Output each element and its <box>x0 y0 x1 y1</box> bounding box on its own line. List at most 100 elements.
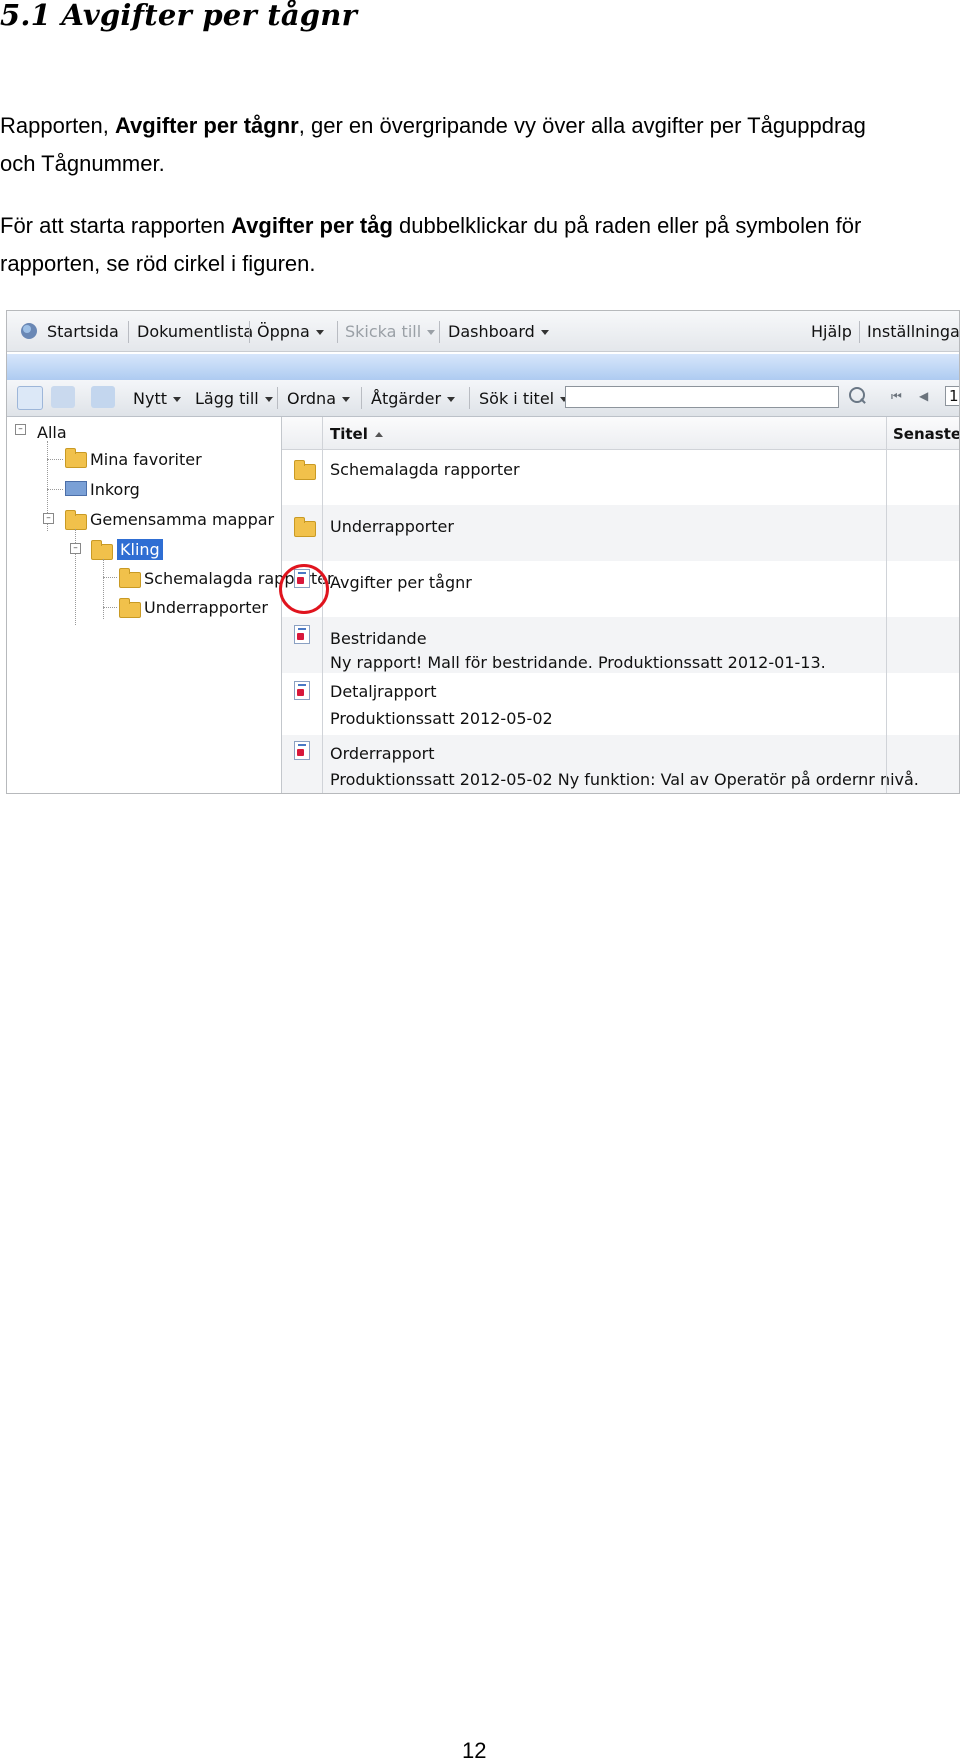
tree-node-kling[interactable]: Kling <box>117 539 163 560</box>
row-description: Ny rapport! Mall för bestridande. Produk… <box>330 653 826 672</box>
nav-help[interactable]: Hjälp <box>811 322 852 341</box>
shared-folder-icon <box>65 510 87 530</box>
list-row[interactable]: Schemalagda rapporter <box>282 450 959 505</box>
row-title: Schemalagda rapporter <box>330 460 520 479</box>
report-icon[interactable] <box>294 681 310 700</box>
first-page-icon[interactable]: ⏮ <box>891 389 902 404</box>
column-separator <box>886 417 887 793</box>
nav-dashboard-label: Dashboard <box>448 322 535 341</box>
nav-open-label: Öppna <box>257 322 310 341</box>
collapse-icon[interactable]: – <box>70 543 81 554</box>
tree-line <box>103 577 117 578</box>
nav-separator <box>859 321 860 343</box>
column-separator <box>322 505 323 561</box>
chevron-down-icon <box>427 330 436 335</box>
nav-document-list[interactable]: Dokumentlista <box>137 322 253 341</box>
top-navigation-bar: Startsida Dokumentlista Öppna Skicka til… <box>7 311 959 352</box>
refresh-icon[interactable] <box>91 386 115 408</box>
title-column-header[interactable]: Titel <box>330 425 383 443</box>
folder-view-icon[interactable] <box>17 386 43 410</box>
row-description: Produktionssatt 2012-05-02 Ny funktion: … <box>330 770 919 789</box>
tree-line <box>47 459 63 460</box>
tree-line <box>103 607 117 608</box>
list-row[interactable]: Orderrapport Produktionssatt 2012-05-02 … <box>282 735 959 793</box>
globe-icon <box>21 323 37 339</box>
nav-separator <box>249 321 250 343</box>
chevron-down-icon <box>264 397 273 402</box>
nav-dashboard-menu[interactable]: Dashboard <box>448 322 549 341</box>
scheduled-folder-icon <box>119 568 141 588</box>
nav-send-label: Skicka till <box>345 322 422 341</box>
add-label: Lägg till <box>195 389 259 408</box>
add-menu[interactable]: Lägg till <box>195 389 273 408</box>
title-column-label: Titel <box>330 425 368 443</box>
instruction-bold: Avgifter per tåg <box>231 213 393 238</box>
toolbar: Nytt Lägg till Ordna Åtgärder Sök i tite… <box>7 380 959 417</box>
instruction-paragraph: För att starta rapporten Avgifter per tå… <box>0 207 950 283</box>
list-row[interactable]: Bestridande Ny rapport! Mall för bestrid… <box>282 617 959 673</box>
column-separator <box>322 673 323 735</box>
highlight-circle <box>279 564 329 614</box>
intro-paragraph: Rapporten, Avgifter per tågnr, ger en öv… <box>0 107 900 183</box>
page-number-input[interactable]: 1 <box>945 386 959 406</box>
sort-ascending-icon <box>374 432 383 437</box>
latest-column-header[interactable]: Senaste <box>893 425 959 443</box>
header-band <box>7 354 959 380</box>
row-title: Orderrapport <box>330 744 435 763</box>
tree-node-favorites[interactable]: Mina favoriter <box>90 450 202 469</box>
search-icon[interactable] <box>849 387 865 403</box>
list-row[interactable]: Detaljrapport Produktionssatt 2012-05-02 <box>282 673 959 735</box>
tree-node-all[interactable]: Alla <box>37 423 67 442</box>
list-row[interactable]: Underrapporter <box>282 505 959 561</box>
collapse-icon[interactable]: – <box>15 424 26 435</box>
list-header: Titel Senaste <box>282 417 959 450</box>
tree-node-inbox[interactable]: Inkorg <box>90 480 140 499</box>
document-list: Titel Senaste Schemalagda rapporter Unde… <box>279 417 959 793</box>
icon-column-header <box>282 417 323 449</box>
tree-line <box>47 489 63 490</box>
subreports-folder-icon <box>119 598 141 618</box>
row-description: Produktionssatt 2012-05-02 <box>330 709 553 728</box>
row-title: Underrapporter <box>330 517 454 536</box>
folder-icon <box>294 460 316 480</box>
search-scope-menu[interactable]: Sök i titel <box>479 389 569 408</box>
folder-icon <box>294 517 316 537</box>
new-label: Nytt <box>133 389 167 408</box>
search-input[interactable] <box>565 386 839 408</box>
report-icon[interactable] <box>294 741 310 760</box>
organize-menu[interactable]: Ordna <box>287 389 350 408</box>
nav-settings[interactable]: Inställningar <box>867 322 959 341</box>
instruction-prefix: För att starta rapporten <box>0 213 232 238</box>
actions-menu[interactable]: Åtgärder <box>371 389 456 408</box>
actions-label: Åtgärder <box>371 389 442 408</box>
list-row[interactable]: Avgifter per tågnr <box>282 561 959 617</box>
chevron-down-icon <box>315 330 324 335</box>
favorites-folder-icon <box>65 448 87 468</box>
previous-page-icon[interactable]: ◀ <box>919 389 928 403</box>
chevron-down-icon <box>172 397 181 402</box>
tree-node-shared-folders[interactable]: Gemensamma mappar <box>90 510 274 529</box>
tree-node-subreports[interactable]: Underrapporter <box>144 598 268 617</box>
inbox-icon <box>65 481 87 496</box>
nav-separator <box>128 321 129 343</box>
new-menu[interactable]: Nytt <box>133 389 181 408</box>
tree-line <box>103 559 104 619</box>
organize-label: Ordna <box>287 389 336 408</box>
toolbar-separator <box>361 387 362 409</box>
column-separator <box>322 617 323 673</box>
row-title: Detaljrapport <box>330 682 437 701</box>
report-icon[interactable] <box>294 625 310 644</box>
chevron-down-icon <box>447 397 456 402</box>
toolbar-separator <box>277 387 278 409</box>
nav-open-menu[interactable]: Öppna <box>257 322 324 341</box>
nav-separator <box>439 321 440 343</box>
section-heading: 5.1 Avgifter per tågnr <box>0 0 358 32</box>
folder-up-icon[interactable] <box>51 386 75 408</box>
nav-home[interactable]: Startsida <box>47 322 119 341</box>
app-screenshot: Startsida Dokumentlista Öppna Skicka til… <box>6 310 960 794</box>
search-scope-label: Sök i titel <box>479 389 555 408</box>
folder-tree: – Alla Mina favoriter Inkorg – Gemensamm… <box>7 417 334 793</box>
collapse-icon[interactable]: – <box>43 513 54 524</box>
nav-send-to-menu[interactable]: Skicka till <box>345 322 436 341</box>
toolbar-separator <box>469 387 470 409</box>
